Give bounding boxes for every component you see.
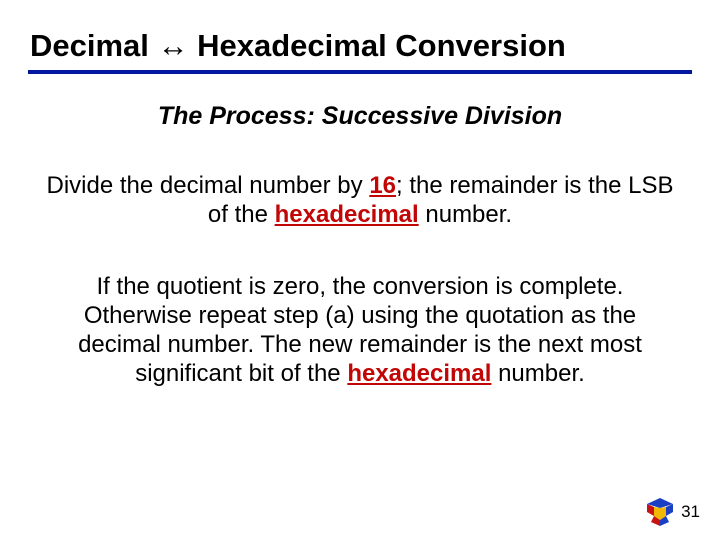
title-underline — [28, 70, 692, 74]
para1-pre: Divide the decimal number by — [46, 172, 369, 199]
slide: Decimal ↔ Hexadecimal Conversion The Pro… — [0, 0, 720, 540]
slide-title: Decimal ↔ Hexadecimal Conversion — [28, 28, 692, 70]
page-number: 31 — [681, 502, 700, 522]
logo-icon — [645, 498, 675, 526]
paragraph-step-a: Divide the decimal number by 16; the rem… — [38, 171, 682, 230]
para1-post: number. — [419, 201, 512, 228]
hexadecimal-word-1: hexadecimal — [275, 201, 419, 228]
hexadecimal-word-2: hexadecimal — [347, 360, 491, 387]
para2-post: number. — [491, 360, 584, 387]
slide-subtitle: The Process: Successive Division — [28, 102, 692, 131]
paragraph-step-b: If the quotient is zero, the conversion … — [40, 272, 680, 389]
footer: 31 — [645, 498, 700, 526]
divisor-16: 16 — [369, 172, 396, 199]
